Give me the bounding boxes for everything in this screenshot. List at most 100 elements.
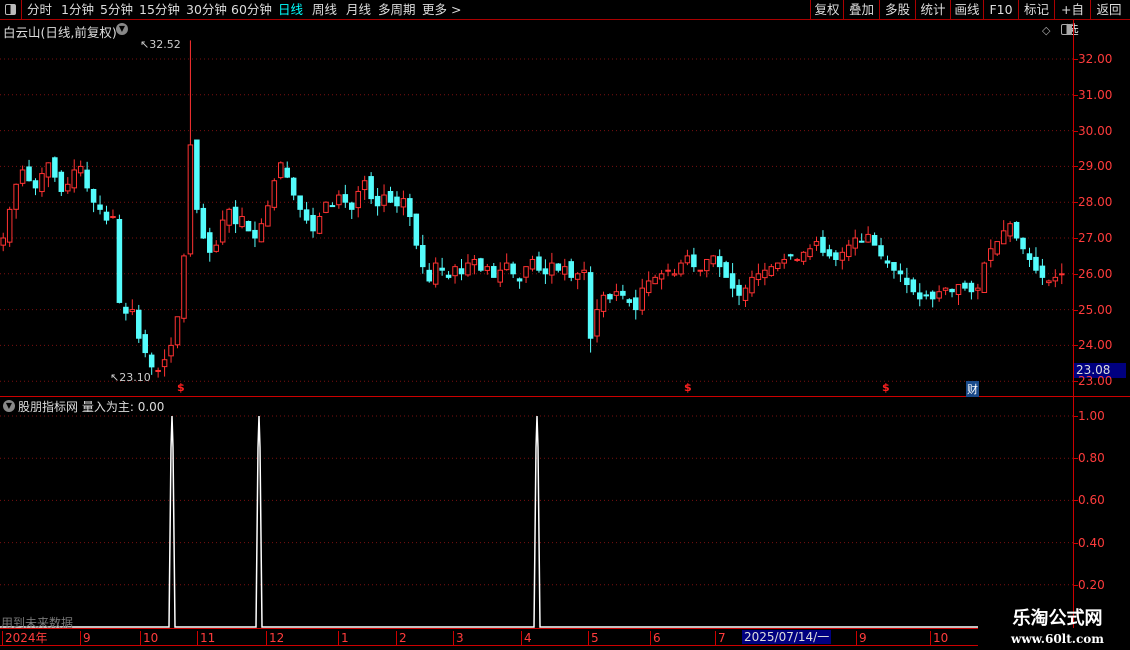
price-tick-label: 29.00	[1078, 159, 1113, 174]
candle-body	[820, 236, 826, 253]
candle-body	[32, 180, 39, 189]
candle-body	[645, 280, 652, 294]
candle-body	[342, 194, 349, 203]
time-label: 3	[453, 631, 464, 645]
candle-body	[729, 273, 736, 289]
price-tick	[1073, 130, 1078, 132]
candle-body	[420, 245, 426, 268]
candle-body	[878, 245, 884, 257]
time-label: 10	[140, 631, 158, 645]
candle-body	[975, 287, 981, 291]
price-tick	[1073, 238, 1078, 239]
candle-body	[136, 309, 142, 339]
candle-body	[439, 267, 445, 271]
candle-body	[174, 316, 181, 346]
candle-body	[200, 207, 207, 239]
candle-body	[813, 241, 820, 246]
candle-body	[1026, 253, 1033, 260]
candlestick-chart[interactable]	[0, 0, 1130, 650]
candle-body	[587, 272, 594, 339]
candle-body	[562, 266, 568, 275]
price-tick-label: 27.00	[1078, 231, 1113, 245]
candle-body	[45, 162, 52, 178]
candle-body	[884, 260, 891, 264]
price-tick-label: 31.00	[1078, 87, 1113, 102]
indicator-tick-label: 1.00	[1078, 409, 1105, 423]
candle-body	[168, 344, 174, 357]
dividend-marker[interactable]: $	[882, 381, 890, 394]
candle-body	[568, 261, 574, 278]
candle-body	[949, 288, 955, 293]
candle-body	[968, 282, 975, 293]
price-tick	[1073, 309, 1078, 311]
candle-body	[458, 268, 465, 275]
candle-body	[503, 262, 510, 271]
max-price-label: ↖32.52	[140, 38, 181, 51]
candle-body	[716, 256, 723, 268]
indicator-tick	[1073, 416, 1078, 417]
candle-body	[116, 218, 123, 303]
candle-body	[84, 169, 90, 189]
finance-badge[interactable]: 财	[966, 381, 979, 397]
candle-body	[800, 251, 807, 262]
candle-body	[910, 279, 917, 293]
indicator-name[interactable]: 股朋指标网	[18, 400, 78, 414]
price-tick	[1073, 202, 1078, 204]
candle-body	[1046, 280, 1052, 284]
candle-body	[516, 278, 523, 282]
candle-body	[219, 219, 226, 243]
candle-body	[394, 196, 400, 207]
pane-divider	[0, 396, 1130, 397]
candle-body	[626, 299, 633, 303]
candle-body	[19, 169, 26, 184]
candle-body	[555, 263, 562, 271]
candle-body	[768, 266, 775, 276]
candle-body	[297, 195, 303, 210]
candle-body	[374, 195, 381, 207]
time-label: 2	[396, 631, 407, 645]
candle-body	[510, 263, 516, 275]
indicator-chevron-icon[interactable]: ▼	[3, 400, 15, 412]
candle-body	[1007, 223, 1013, 237]
price-tick	[1073, 381, 1078, 383]
candle-body	[904, 277, 910, 286]
candle-body	[207, 232, 213, 253]
time-label: 7	[715, 631, 726, 645]
price-tick	[1073, 94, 1078, 96]
candle-body	[826, 249, 833, 257]
candle-body	[994, 241, 1000, 255]
candle-body	[413, 213, 420, 246]
max-price: 32.52	[149, 38, 181, 51]
candle-body	[523, 266, 529, 278]
candle-body	[665, 269, 671, 272]
price-tick-label: 23.00	[1078, 374, 1113, 389]
candle-body	[239, 216, 245, 228]
candle-body	[671, 273, 678, 276]
indicator-tick-label: 0.20	[1078, 577, 1105, 592]
dividend-marker[interactable]: $	[177, 381, 185, 394]
candle-body	[6, 208, 13, 243]
candle-body	[574, 273, 581, 280]
candle-body	[613, 291, 620, 296]
candle-body	[90, 188, 97, 203]
candle-body	[445, 274, 452, 278]
candle-body	[807, 248, 813, 258]
dividend-marker[interactable]: $	[684, 381, 692, 394]
candle-body	[542, 268, 549, 275]
candle-body	[1013, 221, 1020, 239]
candle-body	[1020, 237, 1026, 250]
candle-body	[232, 206, 239, 225]
indicator-title: 股朋指标网 量入为主: 0.00	[18, 398, 164, 415]
price-tick	[1073, 345, 1078, 347]
candle-body	[1039, 265, 1046, 278]
candle-body	[336, 194, 342, 206]
candle-body	[471, 258, 478, 266]
candle-body	[452, 266, 458, 277]
indicator-tick	[1073, 542, 1078, 544]
candle-body	[194, 139, 200, 210]
candle-body	[833, 252, 839, 260]
time-label: 10	[930, 631, 948, 645]
candle-body	[13, 183, 19, 210]
indicator-tick	[1073, 500, 1078, 502]
candle-body	[1052, 276, 1059, 282]
